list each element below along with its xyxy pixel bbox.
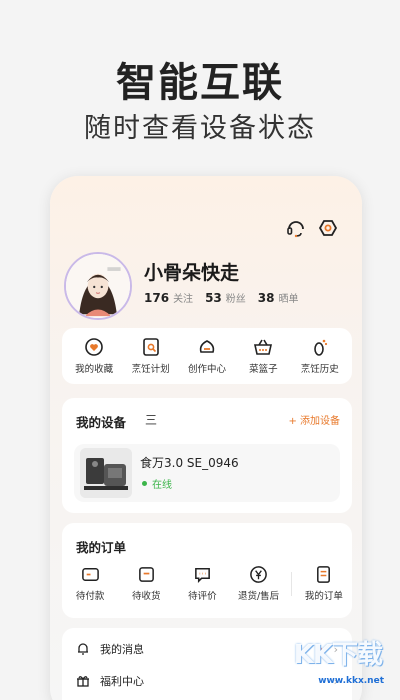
devices-menu-icon[interactable]: 三 — [145, 411, 157, 428]
site-watermark: KK下载 www.kkx.net — [288, 638, 386, 686]
add-device-button[interactable]: + 添加设备 — [288, 412, 340, 427]
quick-action-creator-center[interactable]: 创作中心 — [180, 337, 234, 375]
stat-label: 关注 — [173, 294, 194, 305]
stat-label: 粉丝 — [225, 294, 246, 305]
quick-action-label: 菜篮子 — [249, 364, 278, 375]
quick-action-label: 我的收藏 — [75, 364, 114, 375]
online-status-dot — [142, 481, 147, 486]
quick-action-cooking-history[interactable]: 烹饪历史 — [293, 337, 347, 375]
quick-action-label: 创作中心 — [187, 364, 226, 375]
devices-card: 我的设备 三 + 添加设备 食万3.0 SE_0946 在线 — [62, 398, 352, 513]
quick-action-favorites[interactable]: 我的收藏 — [67, 337, 121, 375]
menu-item-label: 福利中心 — [100, 675, 144, 688]
devices-title: 我的设备 — [76, 415, 127, 430]
stat-followers[interactable]: 53 粉丝 — [205, 290, 246, 305]
stat-value: 38 — [257, 291, 275, 305]
profile-stats: 176 关注 53 粉丝 38 晒单 — [144, 290, 298, 305]
stat-value: 176 — [144, 291, 170, 305]
stat-posts[interactable]: 38 晒单 — [258, 290, 299, 305]
quick-actions-card: 我的收藏 烹饪计划 创作中心 菜篮子 烹饪历史 — [62, 328, 352, 384]
bell-icon — [78, 643, 88, 655]
comment-icon — [194, 568, 210, 583]
basket-icon — [254, 339, 273, 355]
heart-icon — [85, 338, 103, 356]
device-name: 食万3.0 SE_0946 — [140, 456, 239, 470]
order-label: 退货/售后 — [237, 591, 280, 602]
order-list-icon — [317, 566, 331, 583]
plan-icon — [142, 338, 159, 356]
avatar[interactable] — [64, 252, 132, 320]
promo-subtitle: 随时查看设备状态 — [84, 113, 316, 144]
headset-icon[interactable] — [286, 218, 306, 238]
order-label: 待评价 — [188, 591, 217, 602]
orders-title: 我的订单 — [76, 540, 127, 555]
stat-label: 晒单 — [278, 294, 299, 305]
order-pending-receipt[interactable]: 待收货 — [122, 565, 170, 602]
quick-action-label: 烹饪计划 — [131, 364, 170, 375]
order-divider — [290, 571, 292, 596]
phone-screen: 小骨朵快走 176 关注 53 粉丝 38 晒单 我的收藏 烹饪计划 创作中心 — [50, 176, 362, 700]
order-label: 待付款 — [75, 591, 105, 602]
watermark-url: www.kkx.net — [318, 676, 384, 686]
stat-value: 53 — [205, 291, 222, 305]
order-label: 我的订单 — [304, 591, 343, 602]
order-label: 待收货 — [131, 591, 161, 602]
username: 小骨朵快走 — [144, 262, 240, 284]
create-icon — [199, 340, 215, 353]
settings-icon[interactable] — [318, 218, 338, 238]
stat-following[interactable]: 176 关注 — [144, 290, 193, 305]
promo-title: 智能互联 — [116, 60, 284, 106]
history-icon — [313, 339, 327, 356]
watermark-logo-text: KK下载 — [293, 640, 383, 670]
order-refund[interactable]: 退货/售后 — [235, 565, 283, 602]
order-pending-payment[interactable]: 待付款 — [66, 565, 114, 602]
wallet-icon — [81, 568, 99, 581]
package-icon — [138, 567, 154, 582]
refund-icon — [250, 566, 267, 583]
device-item[interactable]: 食万3.0 SE_0946 在线 — [74, 444, 340, 502]
quick-action-basket[interactable]: 菜篮子 — [236, 337, 290, 375]
order-all[interactable]: 我的订单 — [300, 565, 348, 602]
quick-action-label: 烹饪历史 — [300, 364, 339, 375]
order-status-row: 待付款 待收货 待评价 退货/售后 我的订单 — [62, 565, 352, 602]
order-pending-review[interactable]: 待评价 — [178, 565, 226, 602]
menu-item-label: 我的消息 — [100, 643, 144, 656]
quick-action-cooking-plan[interactable]: 烹饪计划 — [124, 337, 178, 375]
device-thumbnail — [80, 448, 132, 498]
gift-icon — [77, 676, 89, 687]
orders-card: 我的订单 待付款 待收货 待评价 退货/售后 我的订单 — [62, 523, 352, 618]
device-status: 在线 — [152, 480, 172, 491]
